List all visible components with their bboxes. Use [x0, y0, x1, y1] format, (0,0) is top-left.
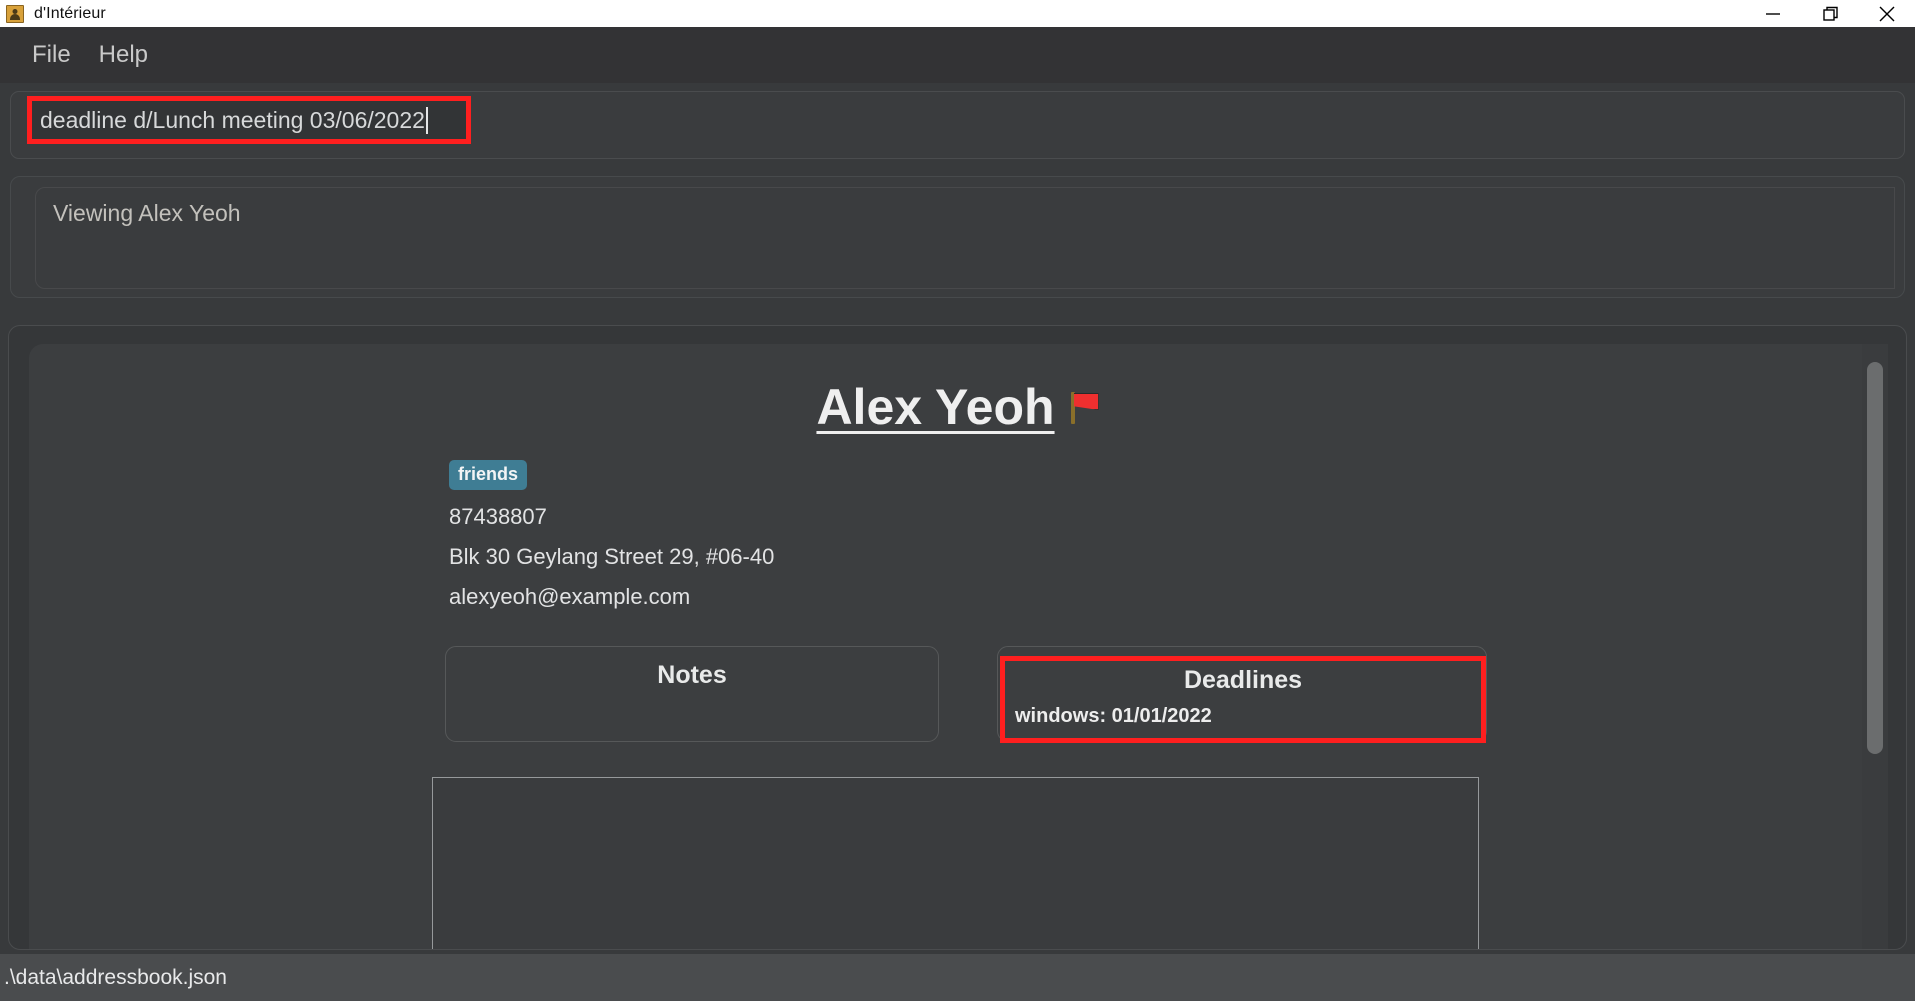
result-display-text: Viewing Alex Yeoh	[53, 200, 241, 226]
person-address: Blk 30 Geylang Street 29, #06-40	[449, 544, 775, 569]
status-badge: friends	[449, 460, 528, 490]
deadlines-panel: Deadlines windows: 01/01/2022	[997, 646, 1487, 743]
scrollbar[interactable]	[1862, 344, 1888, 949]
window-controls	[1744, 0, 1915, 27]
main-panel: Alex Yeoh friends 87438807 Blk 30 Geylan…	[8, 325, 1907, 950]
text-caret	[425, 106, 428, 134]
notes-panel: Notes	[445, 646, 939, 742]
window-title: d'Intérieur	[34, 4, 106, 22]
notes-title: Notes	[657, 661, 727, 689]
command-input[interactable]: deadline d/Lunch meeting 03/06/2022	[27, 96, 471, 144]
title-bar: d'Intérieur	[0, 0, 1915, 27]
status-bar: .\data\addressbook.json	[0, 954, 1915, 1001]
menu-item-file[interactable]: File	[18, 39, 85, 71]
command-input-value: deadline d/Lunch meeting 03/06/2022	[40, 106, 425, 133]
person-name-row: Alex Yeoh	[29, 378, 1888, 436]
deadlines-highlight: Deadlines windows: 01/01/2022	[1000, 656, 1486, 743]
person-list-panel	[432, 777, 1479, 949]
person-email: alexyeoh@example.com	[449, 584, 691, 609]
minimize-icon[interactable]	[1744, 0, 1801, 27]
result-display-container: Viewing Alex Yeoh	[10, 176, 1905, 298]
deadlines-title: Deadlines	[1183, 666, 1303, 694]
address-book-icon	[6, 4, 24, 23]
close-icon[interactable]	[1858, 0, 1915, 27]
menu-bar: File Help	[0, 27, 1915, 83]
person-detail-card: Alex Yeoh friends 87438807 Blk 30 Geylan…	[29, 344, 1888, 949]
page-title: Alex Yeoh	[816, 379, 1055, 435]
person-details: friends 87438807 Blk 30 Geylang Street 2…	[449, 460, 1888, 610]
person-phone: 87438807	[449, 504, 547, 529]
deadline-entry: windows: 01/01/2022	[1015, 705, 1212, 727]
menu-item-help[interactable]: Help	[85, 39, 162, 71]
red-flag-icon	[1069, 390, 1101, 424]
restore-icon[interactable]	[1801, 0, 1858, 27]
save-location-path: .\data\addressbook.json	[4, 965, 227, 989]
scrollbar-thumb[interactable]	[1867, 362, 1883, 754]
notes-deadlines-row: Notes Deadlines windows: 01/01/2022	[445, 638, 1505, 748]
result-display: Viewing Alex Yeoh	[35, 187, 1895, 289]
